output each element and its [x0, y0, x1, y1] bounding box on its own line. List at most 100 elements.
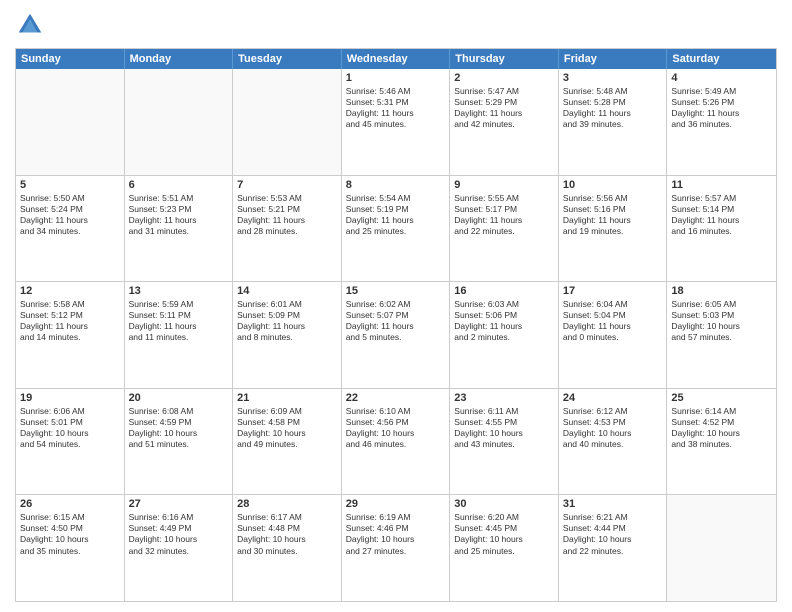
- calendar-row: 26 Sunrise: 6:15 AM Sunset: 4:50 PM Dayli…: [16, 494, 776, 601]
- day-number: 9: [454, 179, 554, 191]
- cell-text: Sunrise: 6:15 AM Sunset: 4:50 PM Dayligh…: [20, 512, 120, 556]
- calendar-cell: 29 Sunrise: 6:19 AM Sunset: 4:46 PM Dayli…: [342, 495, 451, 601]
- cell-text: Sunrise: 5:47 AM Sunset: 5:29 PM Dayligh…: [454, 86, 554, 130]
- cell-text: Sunrise: 6:09 AM Sunset: 4:58 PM Dayligh…: [237, 406, 337, 450]
- calendar-cell: 14 Sunrise: 6:01 AM Sunset: 5:09 PM Dayli…: [233, 282, 342, 388]
- cell-text: Sunrise: 6:19 AM Sunset: 4:46 PM Dayligh…: [346, 512, 446, 556]
- day-number: 12: [20, 285, 120, 297]
- day-number: 30: [454, 498, 554, 510]
- day-number: 10: [563, 179, 663, 191]
- weekday-header: Friday: [559, 49, 668, 69]
- cell-text: Sunrise: 5:56 AM Sunset: 5:16 PM Dayligh…: [563, 193, 663, 237]
- calendar-row: 1 Sunrise: 5:46 AM Sunset: 5:31 PM Daylig…: [16, 69, 776, 175]
- day-number: 5: [20, 179, 120, 191]
- day-number: 15: [346, 285, 446, 297]
- calendar-cell: 4Sunrise: 5:49 AM Sunset: 5:26 PM Daylig…: [667, 69, 776, 175]
- cell-text: Sunrise: 6:10 AM Sunset: 4:56 PM Dayligh…: [346, 406, 446, 450]
- day-number: 2: [454, 72, 554, 84]
- logo: [15, 10, 49, 40]
- day-number: 31: [563, 498, 663, 510]
- calendar-cell: [125, 69, 234, 175]
- cell-text: Sunrise: 6:03 AM Sunset: 5:06 PM Dayligh…: [454, 299, 554, 343]
- day-number: 8: [346, 179, 446, 191]
- cell-text: Sunrise: 5:59 AM Sunset: 5:11 PM Dayligh…: [129, 299, 229, 343]
- calendar-cell: 24 Sunrise: 6:12 AM Sunset: 4:53 PM Dayli…: [559, 389, 668, 495]
- calendar-cell: [16, 69, 125, 175]
- calendar-cell: 2 Sunrise: 5:47 AM Sunset: 5:29 PM Daylig…: [450, 69, 559, 175]
- calendar-cell: 17 Sunrise: 6:04 AM Sunset: 5:04 PM Dayli…: [559, 282, 668, 388]
- day-number: 24: [563, 392, 663, 404]
- calendar-cell: 28Sunrise: 6:17 AM Sunset: 4:48 PM Dayli…: [233, 495, 342, 601]
- calendar-cell: 20Sunrise: 6:08 AM Sunset: 4:59 PM Dayli…: [125, 389, 234, 495]
- calendar-cell: 19Sunrise: 6:06 AM Sunset: 5:01 PM Dayli…: [16, 389, 125, 495]
- day-number: 11: [671, 179, 772, 191]
- day-number: 26: [20, 498, 120, 510]
- calendar-cell: 3 Sunrise: 5:48 AM Sunset: 5:28 PM Daylig…: [559, 69, 668, 175]
- calendar-cell: 8 Sunrise: 5:54 AM Sunset: 5:19 PM Daylig…: [342, 176, 451, 282]
- calendar-row: 19Sunrise: 6:06 AM Sunset: 5:01 PM Dayli…: [16, 388, 776, 495]
- day-number: 6: [129, 179, 229, 191]
- cell-text: Sunrise: 6:12 AM Sunset: 4:53 PM Dayligh…: [563, 406, 663, 450]
- weekday-header: Tuesday: [233, 49, 342, 69]
- day-number: 3: [563, 72, 663, 84]
- weekday-header: Sunday: [16, 49, 125, 69]
- calendar-cell: 18Sunrise: 6:05 AM Sunset: 5:03 PM Dayli…: [667, 282, 776, 388]
- day-number: 21: [237, 392, 337, 404]
- calendar-cell: 25 Sunrise: 6:14 AM Sunset: 4:52 PM Dayli…: [667, 389, 776, 495]
- weekday-header: Thursday: [450, 49, 559, 69]
- cell-text: Sunrise: 6:04 AM Sunset: 5:04 PM Dayligh…: [563, 299, 663, 343]
- calendar-cell: 7 Sunrise: 5:53 AM Sunset: 5:21 PM Daylig…: [233, 176, 342, 282]
- page: SundayMondayTuesdayWednesdayThursdayFrid…: [0, 0, 792, 612]
- calendar-cell: 11 Sunrise: 5:57 AM Sunset: 5:14 PM Dayli…: [667, 176, 776, 282]
- weekday-header: Wednesday: [342, 49, 451, 69]
- calendar-body: 1 Sunrise: 5:46 AM Sunset: 5:31 PM Daylig…: [16, 69, 776, 601]
- day-number: 23: [454, 392, 554, 404]
- weekday-header: Monday: [125, 49, 234, 69]
- day-number: 17: [563, 285, 663, 297]
- calendar-header: SundayMondayTuesdayWednesdayThursdayFrid…: [16, 49, 776, 69]
- logo-icon: [15, 10, 45, 40]
- cell-text: Sunrise: 6:01 AM Sunset: 5:09 PM Dayligh…: [237, 299, 337, 343]
- calendar-row: 12 Sunrise: 5:58 AM Sunset: 5:12 PM Dayli…: [16, 281, 776, 388]
- cell-text: Sunrise: 6:14 AM Sunset: 4:52 PM Dayligh…: [671, 406, 772, 450]
- cell-text: Sunrise: 5:55 AM Sunset: 5:17 PM Dayligh…: [454, 193, 554, 237]
- cell-text: Sunrise: 5:57 AM Sunset: 5:14 PM Dayligh…: [671, 193, 772, 237]
- calendar-cell: 13 Sunrise: 5:59 AM Sunset: 5:11 PM Dayli…: [125, 282, 234, 388]
- calendar-cell: 12 Sunrise: 5:58 AM Sunset: 5:12 PM Dayli…: [16, 282, 125, 388]
- day-number: 7: [237, 179, 337, 191]
- calendar-cell: 5 Sunrise: 5:50 AM Sunset: 5:24 PM Daylig…: [16, 176, 125, 282]
- cell-text: Sunrise: 5:49 AM Sunset: 5:26 PM Dayligh…: [671, 86, 772, 130]
- day-number: 13: [129, 285, 229, 297]
- calendar-cell: 10 Sunrise: 5:56 AM Sunset: 5:16 PM Dayli…: [559, 176, 668, 282]
- cell-text: Sunrise: 6:16 AM Sunset: 4:49 PM Dayligh…: [129, 512, 229, 556]
- calendar-cell: 1 Sunrise: 5:46 AM Sunset: 5:31 PM Daylig…: [342, 69, 451, 175]
- cell-text: Sunrise: 5:53 AM Sunset: 5:21 PM Dayligh…: [237, 193, 337, 237]
- cell-text: Sunrise: 6:17 AM Sunset: 4:48 PM Dayligh…: [237, 512, 337, 556]
- day-number: 14: [237, 285, 337, 297]
- cell-text: Sunrise: 6:02 AM Sunset: 5:07 PM Dayligh…: [346, 299, 446, 343]
- cell-text: Sunrise: 5:46 AM Sunset: 5:31 PM Dayligh…: [346, 86, 446, 130]
- cell-text: Sunrise: 6:08 AM Sunset: 4:59 PM Dayligh…: [129, 406, 229, 450]
- day-number: 16: [454, 285, 554, 297]
- day-number: 29: [346, 498, 446, 510]
- cell-text: Sunrise: 5:54 AM Sunset: 5:19 PM Dayligh…: [346, 193, 446, 237]
- cell-text: Sunrise: 6:20 AM Sunset: 4:45 PM Dayligh…: [454, 512, 554, 556]
- cell-text: Sunrise: 6:05 AM Sunset: 5:03 PM Dayligh…: [671, 299, 772, 343]
- calendar-cell: 15 Sunrise: 6:02 AM Sunset: 5:07 PM Dayli…: [342, 282, 451, 388]
- calendar: SundayMondayTuesdayWednesdayThursdayFrid…: [15, 48, 777, 602]
- day-number: 1: [346, 72, 446, 84]
- day-number: 22: [346, 392, 446, 404]
- calendar-cell: 21 Sunrise: 6:09 AM Sunset: 4:58 PM Dayli…: [233, 389, 342, 495]
- day-number: 27: [129, 498, 229, 510]
- cell-text: Sunrise: 5:58 AM Sunset: 5:12 PM Dayligh…: [20, 299, 120, 343]
- cell-text: Sunrise: 5:50 AM Sunset: 5:24 PM Dayligh…: [20, 193, 120, 237]
- calendar-cell: 31Sunrise: 6:21 AM Sunset: 4:44 PM Dayli…: [559, 495, 668, 601]
- day-number: 25: [671, 392, 772, 404]
- calendar-cell: 23Sunrise: 6:11 AM Sunset: 4:55 PM Dayli…: [450, 389, 559, 495]
- header: [15, 10, 777, 40]
- cell-text: Sunrise: 5:48 AM Sunset: 5:28 PM Dayligh…: [563, 86, 663, 130]
- calendar-cell: 16 Sunrise: 6:03 AM Sunset: 5:06 PM Dayli…: [450, 282, 559, 388]
- cell-text: Sunrise: 5:51 AM Sunset: 5:23 PM Dayligh…: [129, 193, 229, 237]
- weekday-header: Saturday: [667, 49, 776, 69]
- calendar-cell: 30 Sunrise: 6:20 AM Sunset: 4:45 PM Dayli…: [450, 495, 559, 601]
